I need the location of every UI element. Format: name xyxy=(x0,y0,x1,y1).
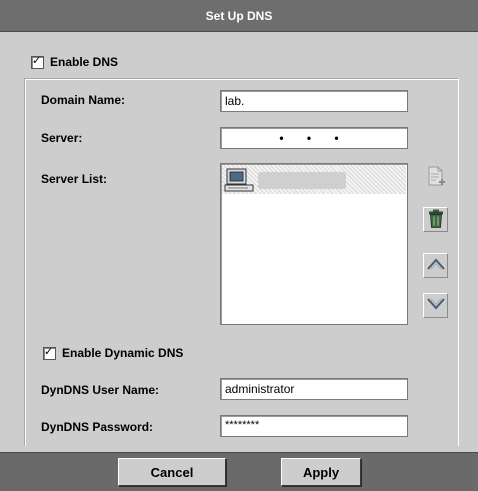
chevron-up-icon xyxy=(426,256,446,275)
enable-dns-row[interactable]: ✓ Enable DNS xyxy=(31,53,118,69)
dialog-footer: Cancel Apply xyxy=(0,452,478,491)
server-list[interactable] xyxy=(220,163,408,325)
chevron-down-icon xyxy=(426,296,446,315)
window-title: Set Up DNS xyxy=(205,8,273,23)
enable-dns-label[interactable]: Enable DNS xyxy=(50,55,118,69)
dyndns-user-name-field[interactable]: administrator xyxy=(220,378,408,400)
server-name-redacted xyxy=(258,172,346,189)
server-ip-field[interactable]: • • • xyxy=(220,127,408,149)
trash-icon xyxy=(428,209,444,231)
domain-name-label: Domain Name: xyxy=(41,93,126,107)
move-up-button[interactable] xyxy=(423,253,448,278)
enable-dynamic-dns-row[interactable]: ✓ Enable Dynamic DNS xyxy=(43,344,183,360)
domain-name-field[interactable]: lab. xyxy=(220,90,408,112)
add-page-icon xyxy=(426,166,446,191)
delete-server-button[interactable] xyxy=(423,207,448,232)
enable-dynamic-dns-label[interactable]: Enable Dynamic DNS xyxy=(62,346,183,360)
enable-dns-checkbox[interactable]: ✓ xyxy=(31,53,44,69)
window-title-bar: Set Up DNS xyxy=(0,0,478,32)
dyndns-password-field[interactable]: ******** xyxy=(220,415,408,437)
server-label: Server: xyxy=(41,131,83,145)
move-down-button[interactable] xyxy=(423,293,448,318)
apply-button[interactable]: Apply xyxy=(281,458,361,486)
cancel-button[interactable]: Cancel xyxy=(118,458,226,486)
enable-dynamic-dns-checkbox[interactable]: ✓ xyxy=(43,344,56,360)
dyndns-user-name-label: DynDNS User Name: xyxy=(41,383,160,397)
dyndns-password-label: DynDNS Password: xyxy=(41,420,154,434)
add-server-button[interactable] xyxy=(423,166,448,191)
computer-icon xyxy=(224,168,254,192)
server-list-label: Server List: xyxy=(41,172,108,186)
checkmark-icon: ✓ xyxy=(32,53,42,67)
checkmark-icon: ✓ xyxy=(44,344,54,358)
list-item[interactable] xyxy=(222,165,406,194)
